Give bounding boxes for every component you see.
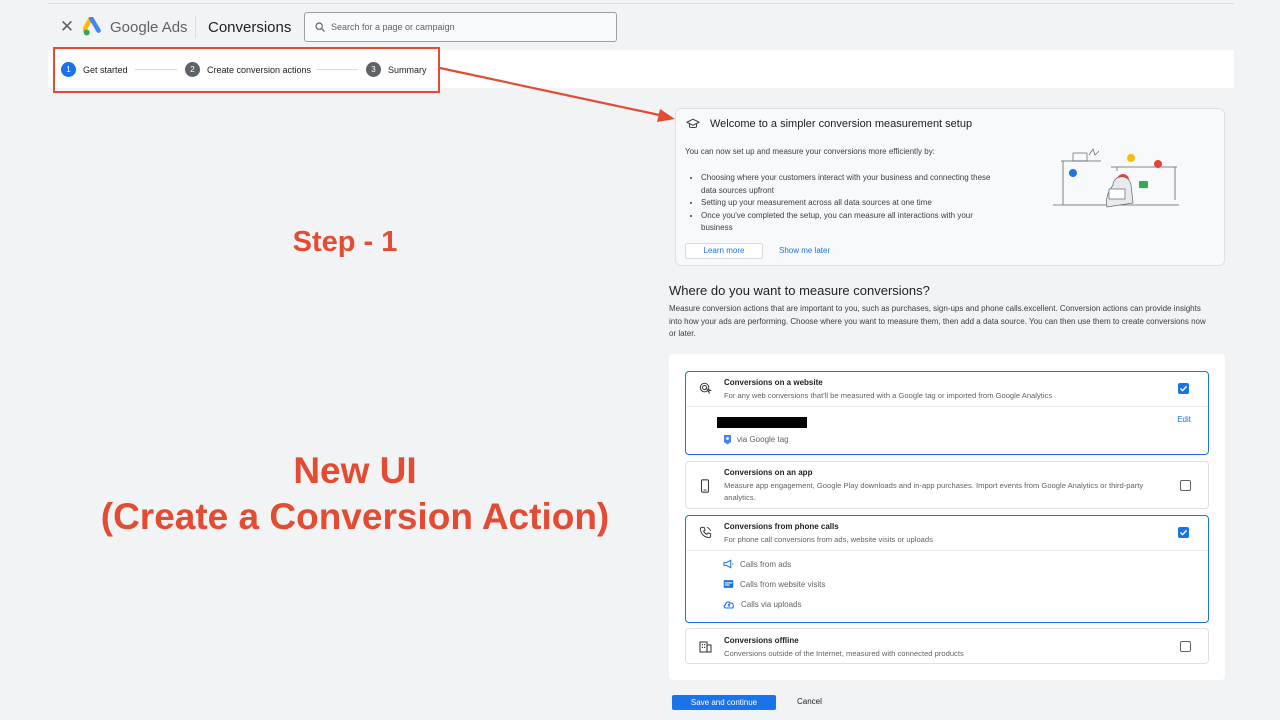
cancel-button[interactable]: Cancel	[797, 697, 822, 706]
check-icon	[1180, 529, 1188, 536]
check-icon	[1180, 385, 1188, 392]
sub-item-label: Calls from ads	[740, 559, 792, 569]
top-divider	[48, 3, 1234, 4]
graduation-cap-icon	[686, 118, 700, 129]
section-title: Where do you want to measure conversions…	[669, 283, 930, 298]
cursor-click-icon	[699, 382, 712, 394]
welcome-intro: You can now set up and measure your conv…	[685, 147, 935, 156]
show-me-later-link[interactable]: Show me later	[779, 246, 830, 255]
search-icon	[315, 22, 325, 32]
option-phone-calls[interactable]: Conversions from phone calls For phone c…	[685, 515, 1209, 623]
phone-device-icon	[700, 479, 710, 493]
redacted-website-name	[717, 417, 807, 428]
option-title: Conversions on an app	[724, 468, 813, 477]
option-divider	[686, 406, 1208, 407]
option-divider	[686, 550, 1208, 551]
browser-icon	[723, 580, 734, 588]
annotation-highlight-box	[53, 47, 440, 93]
website-checkbox[interactable]	[1178, 383, 1189, 394]
google-ads-logo	[83, 17, 101, 36]
welcome-title: Welcome to a simpler conversion measurem…	[710, 118, 973, 130]
sub-item-calls-via-uploads: Calls via uploads	[723, 599, 801, 609]
option-title: Conversions offline	[724, 636, 799, 645]
welcome-card: Welcome to a simpler conversion measurem…	[675, 108, 1225, 266]
search-box[interactable]	[304, 12, 617, 42]
option-subtitle: For any web conversions that'll be measu…	[724, 391, 1053, 400]
annotation-step: Step - 1	[292, 226, 398, 258]
via-label: via Google tag	[737, 435, 789, 444]
phone-call-icon	[699, 526, 712, 539]
close-icon[interactable]: ✕	[58, 18, 76, 36]
save-and-continue-button[interactable]: Save and continue	[672, 695, 776, 710]
sub-item-calls-from-ads: Calls from ads	[723, 559, 791, 569]
annotation-line: New UI	[293, 450, 417, 491]
option-website[interactable]: Conversions on a website For any web con…	[685, 371, 1209, 455]
welcome-bullets: Choosing where your customers interact w…	[701, 172, 1001, 235]
learn-more-button[interactable]: Learn more	[685, 243, 763, 259]
annotation-new-ui: New UI (Create a Conversion Action)	[80, 448, 630, 540]
header-divider	[195, 16, 196, 38]
option-title: Conversions from phone calls	[724, 522, 839, 531]
sub-item-label: Calls via uploads	[741, 599, 802, 609]
megaphone-icon	[723, 559, 734, 569]
list-item: Setting up your measurement across all d…	[701, 197, 1001, 210]
option-subtitle: Conversions outside of the Internet, mea…	[724, 649, 964, 658]
app-checkbox[interactable]	[1180, 480, 1191, 491]
annotation-line: (Create a Conversion Action)	[100, 496, 610, 537]
tag-icon	[724, 435, 731, 445]
via-google-tag: via Google tag	[723, 434, 789, 445]
option-title: Conversions on a website	[724, 378, 823, 387]
phone-calls-checkbox[interactable]	[1178, 527, 1189, 538]
welcome-illustration	[1053, 148, 1179, 208]
building-icon	[699, 641, 712, 653]
option-subtitle: Measure app engagement, Google Play down…	[724, 481, 1144, 502]
section-description: Measure conversion actions that are impo…	[669, 304, 1206, 338]
page-title: Conversions	[208, 19, 292, 36]
sub-item-label: Calls from website visits	[740, 579, 826, 589]
sub-item-calls-from-website: Calls from website visits	[723, 579, 825, 589]
cloud-upload-icon	[723, 601, 734, 609]
option-subtitle: For phone call conversions from ads, web…	[724, 535, 933, 544]
brand-name: Google Ads	[110, 19, 188, 36]
list-item: Once you've completed the setup, you can…	[701, 210, 1001, 235]
edit-link[interactable]: Edit	[1177, 415, 1191, 424]
search-input[interactable]	[331, 22, 601, 32]
option-offline[interactable]: Conversions offline Conversions outside …	[685, 628, 1209, 664]
option-app[interactable]: Conversions on an app Measure app engage…	[685, 461, 1209, 509]
list-item: Choosing where your customers interact w…	[701, 172, 1001, 197]
offline-checkbox[interactable]	[1180, 641, 1191, 652]
